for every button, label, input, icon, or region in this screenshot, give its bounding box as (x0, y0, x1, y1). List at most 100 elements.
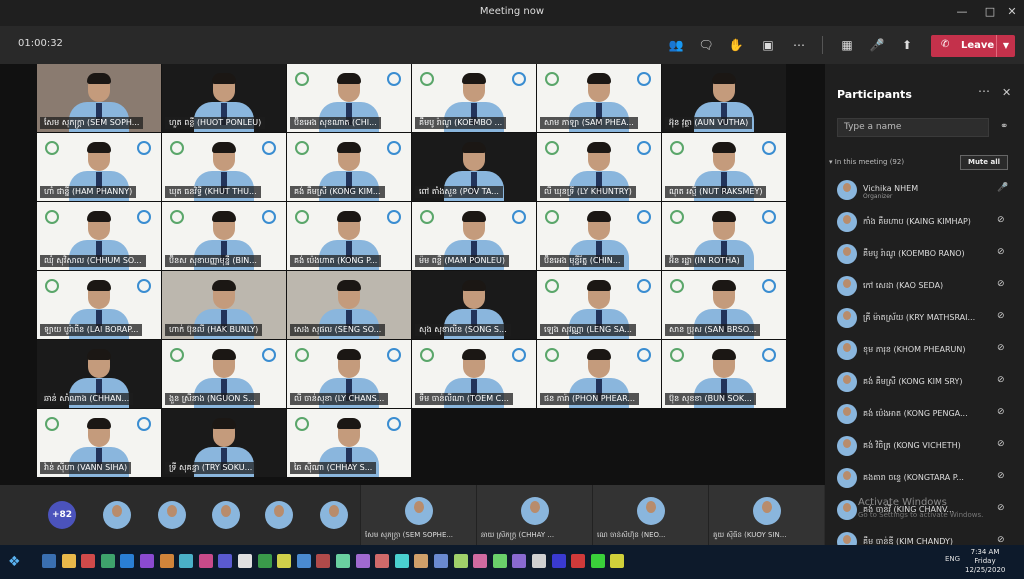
taskbar-app-icon[interactable] (81, 554, 96, 568)
taskbar-app-icon[interactable] (316, 554, 331, 568)
taskbar-app-icon[interactable] (571, 554, 586, 568)
video-tile[interactable]: អ៊ិន រដ្ឋា (IN ROTHA) (662, 202, 786, 270)
participant-avatar[interactable] (103, 501, 131, 529)
video-tile[interactable]: ប៊ុន សុខខា (BUN SOK... (662, 340, 786, 408)
taskbar-app-icon[interactable] (512, 554, 527, 568)
video-tile[interactable]: ប៊ិនស សុខាបញ្ញាមុន្នី (BIN... (162, 202, 286, 270)
participant-row[interactable]: គង់ គឹមស្រី (KONG KIM SRY) ⊘ (837, 368, 1022, 396)
video-tile[interactable]: ប៊ិនអេង មុន្នីរ័ត្ន (CHIN... (537, 202, 661, 270)
maximize-icon[interactable]: □ (980, 4, 1000, 20)
rooms-icon[interactable]: ▣ (757, 34, 779, 56)
taskbar-app-icon[interactable] (336, 554, 350, 568)
video-tile[interactable]: ឈុំ សុវិសាល (CHHUM SO... (37, 202, 161, 270)
taskbar-app-icon[interactable] (296, 554, 311, 568)
taskbar-app-icon[interactable] (198, 554, 213, 568)
camera-off-icon[interactable]: ▦ (836, 34, 858, 56)
taskbar-app-icon[interactable] (100, 554, 115, 568)
participant-row[interactable]: គ្រី ម៉ាតស្រ័យ (KRY MATHSRAI... ⊘ (837, 304, 1022, 332)
video-tile[interactable]: វ៉ាន់ ស៊ីហា (VANN SIHA) (37, 409, 161, 477)
taskbar-app-icon[interactable] (551, 554, 566, 568)
participant-row[interactable]: Vichika NHEM Organizer 🎤 (837, 176, 1022, 204)
video-tile[interactable]: សេង សុផល (SENG SO... (287, 271, 411, 339)
mute-all-button[interactable]: Mute all (960, 155, 1008, 170)
video-tile[interactable]: ទឹម ចាន់លីណា (TOEM C... (412, 340, 536, 408)
video-tile[interactable]: ឡេង សុវណ្ណា (LENG SA... (537, 271, 661, 339)
taskbar-app-icon[interactable] (159, 554, 174, 568)
strip-video-tile[interactable]: ឆាយ ស្រីភក្ត្រ (CHHAY ... (476, 485, 592, 545)
input-language[interactable]: ENG (945, 555, 960, 563)
participant-avatar[interactable] (320, 501, 348, 529)
in-meeting-section-header[interactable]: ▾ In this meeting (92) (829, 158, 904, 166)
participant-avatar[interactable] (265, 501, 293, 529)
taskbar-app-icon[interactable] (42, 554, 56, 568)
video-tile[interactable]: ម៉ម ពន្លឺ (MAM PONLEU) (412, 202, 536, 270)
taskbar-app-icon[interactable] (590, 554, 605, 568)
participant-avatar[interactable] (212, 501, 240, 529)
video-tile[interactable]: អ៊ុន វុត្ថា (AUN VUTHA) (662, 64, 786, 132)
chat-icon[interactable]: 🗨 (695, 34, 717, 56)
taskbar-app-icon[interactable] (532, 554, 546, 568)
video-tile[interactable]: ឆាន់ សាំណាង (CHHAN... (37, 340, 161, 408)
taskbar-app-icon[interactable] (238, 554, 252, 568)
taskbar-app-icon[interactable] (140, 554, 154, 568)
video-tile[interactable]: សុង សុខាលីន (SONG S... (412, 271, 536, 339)
panel-close-icon[interactable]: ✕ (1002, 86, 1011, 99)
share-screen-icon[interactable]: ⬆ (896, 34, 918, 56)
participant-row[interactable]: គងតារា ចន្ទេ (KONGTARA P... ⊘ (837, 464, 1022, 492)
participants-icon[interactable]: 👥 (665, 34, 687, 56)
participant-row[interactable]: ខុម ភារុន (KHOM PHEARUN) ⊘ (837, 336, 1022, 364)
video-tile[interactable]: សែម សុភក្ត្រា (SEM SOPH... (37, 64, 161, 132)
taskbar-app-icon[interactable] (257, 554, 272, 568)
video-tile[interactable]: គង់ ប៉េងហាត (KONG P... (287, 202, 411, 270)
taskbar-app-icon[interactable] (375, 554, 390, 568)
video-tile[interactable]: ឆៃ ស៊ីណា (CHHAY S... (287, 409, 411, 477)
raise-hand-icon[interactable]: ✋ (725, 34, 747, 56)
video-tile[interactable]: ទ្រី សុគន្ធា (TRY SOKU... (162, 409, 286, 477)
overflow-count-badge[interactable]: +82 (48, 501, 76, 529)
taskbar-app-icon[interactable] (355, 554, 370, 568)
video-tile[interactable]: លី ឃុនទ្រី (LY KHUNTRY) (537, 133, 661, 201)
participant-row[interactable]: គឹមបូ រ៉ាណូ (KOEMBO RANO) ⊘ (837, 240, 1022, 268)
taskbar-app-icon[interactable] (61, 554, 76, 568)
participant-row[interactable]: កាំង គឹមហាប (KAING KIMHAP) ⊘ (837, 208, 1022, 236)
strip-video-tile[interactable]: ណេ ចាន់សីហ៊ុន (NEO... (592, 485, 708, 545)
taskbar-app-icon[interactable] (453, 554, 468, 568)
taskbar-app-icon[interactable] (218, 554, 233, 568)
video-tile[interactable]: ហួត ពន្លឺ (HUOT PONLEU) (162, 64, 286, 132)
taskbar-app-icon[interactable] (277, 554, 292, 568)
taskbar-app-icon[interactable] (473, 554, 488, 568)
video-tile[interactable]: ឡាយ បូរ៉ាពីន (LAI BORAP... (37, 271, 161, 339)
video-tile[interactable]: លី ចាន់សុខា (LY CHANS... (287, 340, 411, 408)
strip-video-tile[interactable]: គួយ ស៊ីធីន (KUOY SIN... (708, 485, 824, 545)
taskbar-app-icon[interactable] (120, 554, 135, 568)
participant-row[interactable]: គង់ ប៉េងអាត (KONG PENGA... ⊘ (837, 400, 1022, 428)
video-tile[interactable]: គឹមបូ រ៉ាណូ (KOEMBO ... (412, 64, 536, 132)
video-tile[interactable]: សាម ភាឡា (SAM PHEA... (537, 64, 661, 132)
close-window-icon[interactable]: ✕ (1002, 4, 1022, 20)
video-tile[interactable]: ឃុត ធនវិទ្ធី (KHUT THU... (162, 133, 286, 201)
taskbar-app-icon[interactable] (434, 554, 448, 568)
video-tile[interactable]: ពៅ តាំងសួន (POV TA... (412, 133, 536, 201)
video-tile[interactable]: ហាក់ ប៊ុនលី (HAK BUNLY) (162, 271, 286, 339)
participant-row[interactable]: កៅ សេដា (KAO SEDA) ⊘ (837, 272, 1022, 300)
video-tile[interactable]: ហាំ ផាន្នី (HAM PHANNY) (37, 133, 161, 201)
taskbar-app-icon[interactable] (492, 554, 507, 568)
taskbar-app-icon[interactable] (179, 554, 194, 568)
minimize-icon[interactable]: — (952, 4, 972, 20)
system-clock[interactable]: 7:34 AM Friday 12/25/2020 (965, 548, 1005, 575)
strip-video-tile[interactable]: សែម សុភក្ត្រា (SEM SOPHE... (360, 485, 476, 545)
taskbar-app-icon[interactable] (394, 554, 409, 568)
microphone-icon[interactable]: 🎤 (866, 34, 888, 56)
video-tile[interactable]: ណុត រស្មី (NUT RAKSMEY) (662, 133, 786, 201)
share-invite-icon[interactable]: ⚭ (1000, 121, 1008, 132)
video-tile[interactable]: ប៊ិនអេង សុខណាត (CHI... (287, 64, 411, 132)
participant-row[interactable]: គង់ វិចិត្រ (KONG VICHETH) ⊘ (837, 432, 1022, 460)
video-tile[interactable]: សាន ប្រុស (SAN BRSO... (662, 271, 786, 339)
leave-button[interactable]: ✆ Leave ▼ (931, 35, 1015, 57)
video-tile[interactable]: គង់ គឹមស្រី (KONG KIM... (287, 133, 411, 201)
windows-start-icon[interactable]: ❖ (8, 554, 21, 570)
video-tile[interactable]: ងួន ស្រីនាង (NGUON S... (162, 340, 286, 408)
participant-avatar[interactable] (158, 501, 186, 529)
taskbar-app-icon[interactable] (414, 554, 429, 568)
video-tile[interactable]: ផន ភារ៉ា (PHON PHEAR... (537, 340, 661, 408)
